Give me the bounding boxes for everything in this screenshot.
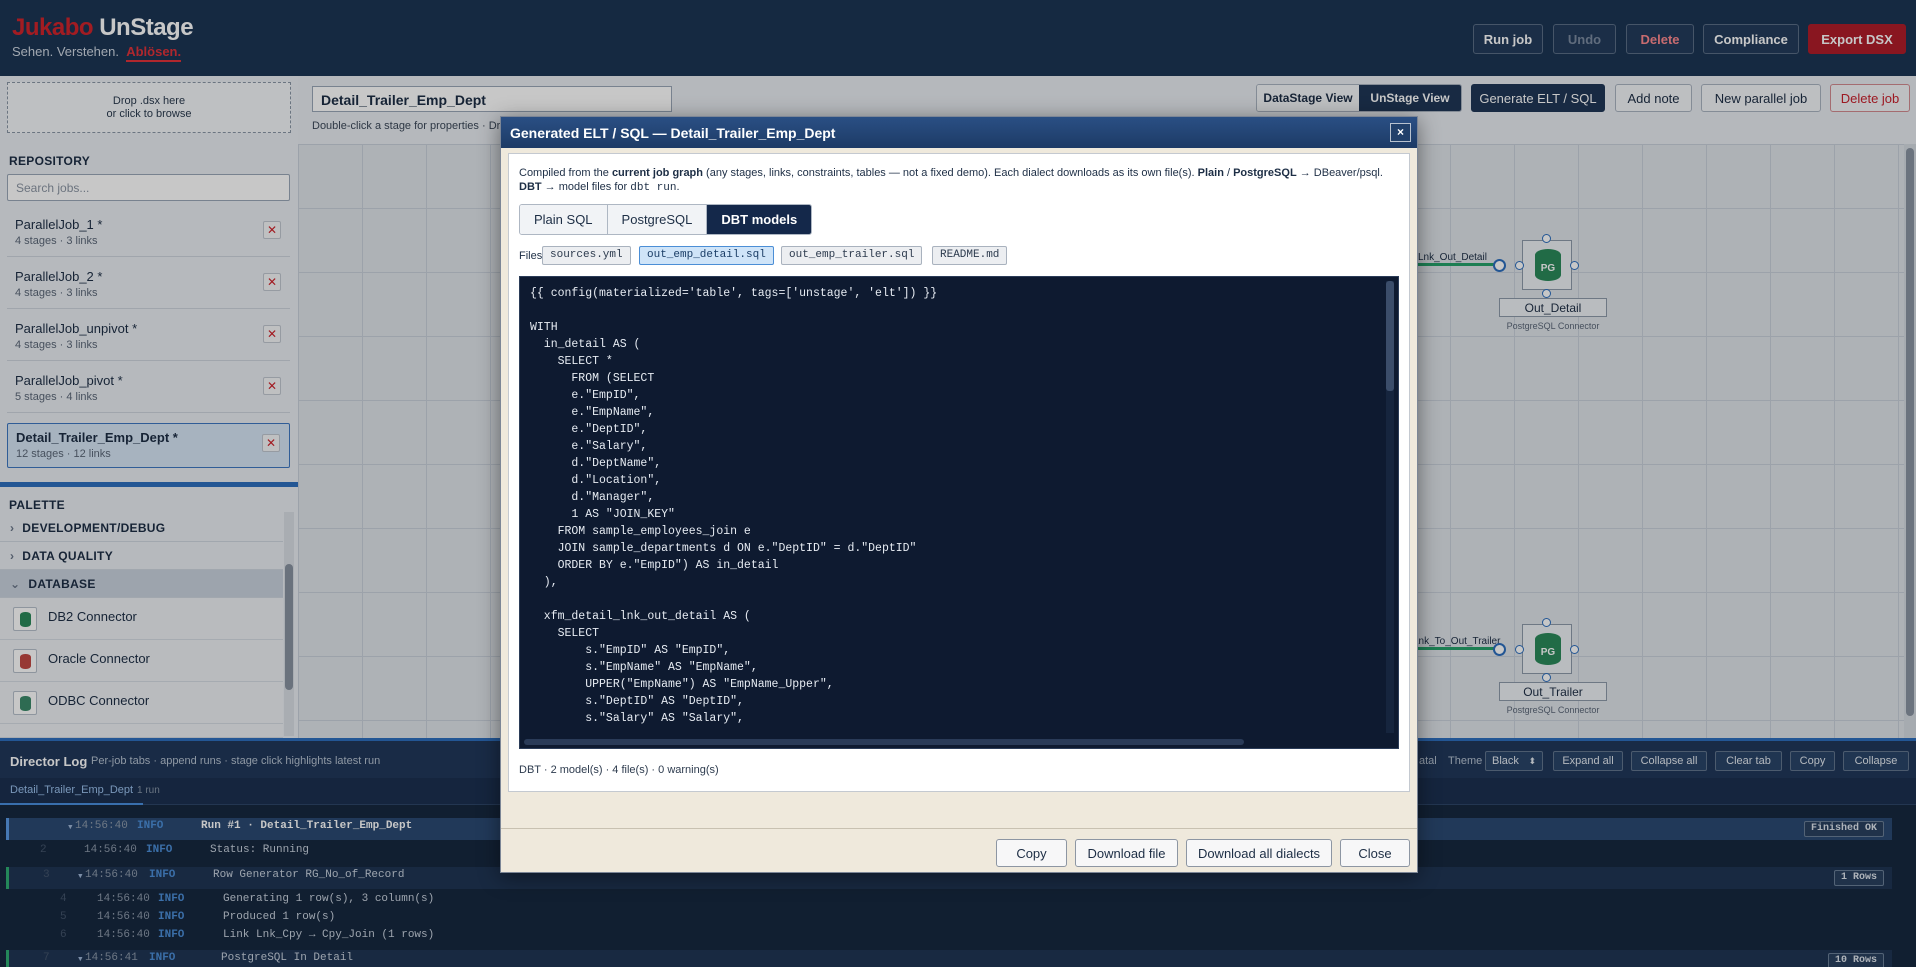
desc-text: Compiled from the	[519, 167, 612, 179]
sql-code: {{ config(materialized='table', tags=['u…	[530, 287, 938, 725]
close-button[interactable]: Close	[1340, 839, 1410, 867]
file-chip-out-emp-trailer[interactable]: out_emp_trailer.sql	[781, 246, 923, 265]
desc-code: dbt run	[630, 182, 677, 194]
tab-plain-sql[interactable]: Plain SQL	[520, 205, 608, 234]
generated-sql-dialog: Generated ELT / SQL — Detail_Trailer_Emp…	[500, 116, 1418, 873]
desc-emphasis: PostgreSQL	[1233, 167, 1297, 179]
download-all-dialects-button[interactable]: Download all dialects	[1186, 839, 1332, 867]
desc-text: → model files for	[541, 181, 631, 193]
dialect-tabs: Plain SQL PostgreSQL DBT models	[519, 204, 813, 235]
download-file-button[interactable]: Download file	[1075, 839, 1178, 867]
dialog-description: Compiled from the current job graph (any…	[519, 166, 1399, 195]
tab-postgresql[interactable]: PostgreSQL	[607, 205, 708, 234]
desc-emphasis: Plain	[1197, 167, 1224, 179]
dialog-title: Generated ELT / SQL — Detail_Trailer_Emp…	[510, 125, 836, 141]
file-chip-sources-yml[interactable]: sources.yml	[542, 246, 631, 265]
close-icon[interactable]: ×	[1390, 123, 1411, 142]
dialog-body: Compiled from the current job graph (any…	[508, 153, 1410, 792]
dialog-titlebar: Generated ELT / SQL — Detail_Trailer_Emp…	[501, 117, 1417, 148]
desc-text: /	[1223, 167, 1234, 179]
desc-emphasis: current job graph	[611, 167, 703, 179]
file-chip-readme[interactable]: README.md	[932, 246, 1008, 265]
generation-status: DBT · 2 model(s) · 4 file(s) · 0 warning…	[519, 764, 719, 776]
file-chip-out-emp-detail[interactable]: out_emp_detail.sql	[639, 246, 774, 265]
tab-dbt-models[interactable]: DBT models	[707, 205, 812, 234]
copy-button[interactable]: Copy	[996, 839, 1067, 867]
desc-text: (any stages, links, constraints, tables …	[703, 167, 1198, 179]
sql-code-viewer[interactable]: {{ config(materialized='table', tags=['u…	[519, 276, 1399, 749]
code-scrollbar-thumb[interactable]	[1386, 281, 1394, 391]
desc-text: .	[676, 181, 680, 193]
code-horizontal-scrollbar[interactable]	[524, 739, 1244, 745]
desc-text: → DBeaver/psql.	[1296, 167, 1383, 179]
dialog-footer-divider	[501, 828, 1417, 829]
desc-emphasis: DBT	[519, 181, 542, 193]
